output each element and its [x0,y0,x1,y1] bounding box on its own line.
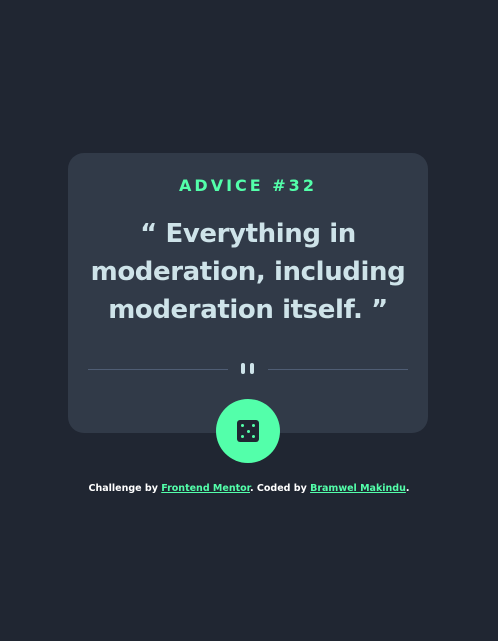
new-advice-button[interactable] [216,399,280,463]
attribution-footer: Challenge by Frontend Mentor. Coded by B… [0,482,498,496]
divider [88,363,408,375]
page: ADVICE #32 “ Everything in moderation, i… [0,0,498,641]
divider-line-right [268,369,408,370]
author-link[interactable]: Bramwel Makindu [310,483,406,494]
advice-id: ADVICE #32 [179,176,317,195]
advice-quote: “ Everything in moderation, including mo… [90,219,406,325]
footer-suffix: . [405,483,410,494]
advice-card: ADVICE #32 “ Everything in moderation, i… [68,153,428,433]
pause-icon [240,363,256,375]
divider-line-left [88,369,228,370]
frontend-mentor-link[interactable]: Frontend Mentor [161,483,250,494]
coded-prefix: . Coded by [250,483,311,494]
dice-icon [237,420,259,442]
challenge-prefix: Challenge by [88,483,162,494]
